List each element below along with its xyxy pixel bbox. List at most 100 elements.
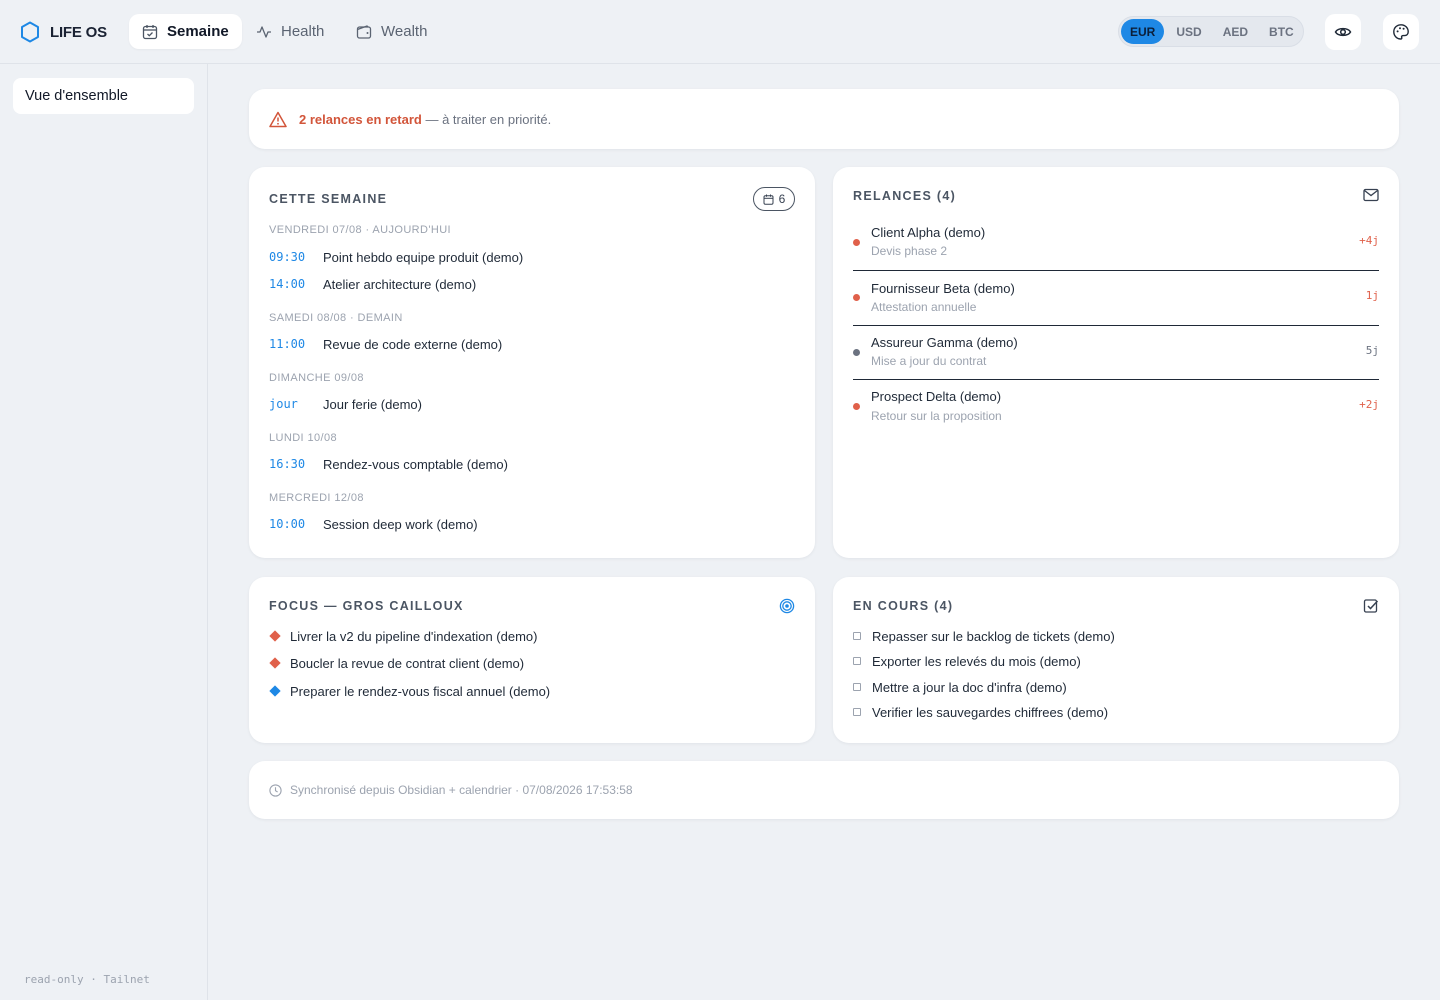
wallet-icon	[356, 24, 372, 40]
todo-item[interactable]: Repasser sur le backlog de tickets (demo…	[853, 626, 1115, 646]
focus-item[interactable]: Livrer la v2 du pipeline d'indexation (d…	[269, 626, 537, 646]
todo-item[interactable]: Exporter les relevés du mois (demo)	[853, 651, 1081, 671]
todo-item[interactable]: Verifier les sauvegardes chiffrees (demo…	[853, 702, 1108, 722]
currency-eur[interactable]: EUR	[1121, 19, 1165, 44]
tab-wealth[interactable]: Wealth	[343, 14, 440, 49]
checkbox-icon[interactable]	[1363, 598, 1379, 614]
relance-item[interactable]: Prospect Delta (demo) Retour sur la prop…	[853, 381, 1379, 435]
todo-checkbox[interactable]	[853, 632, 861, 640]
relance-delay: +2j	[1359, 398, 1379, 411]
event-title: Atelier architecture (demo)	[323, 276, 477, 292]
todo-label: Exporter les relevés du mois (demo)	[872, 653, 1081, 669]
focus-label: Preparer le rendez-vous fiscal annuel (d…	[290, 683, 551, 699]
mail-icon[interactable]	[1363, 188, 1379, 202]
visibility-button[interactable]	[1325, 14, 1361, 50]
todo-checkbox[interactable]	[853, 657, 861, 665]
alert-rest: — à traiter en priorité.	[421, 111, 552, 127]
focus-card: FOCUS — GROS CAILLOUX Livrer la v2 du pi…	[249, 577, 815, 743]
week-card: CETTE SEMAINE 6 VENDREDI 07/08 · AUJOURD…	[249, 167, 815, 558]
calendar-icon	[763, 194, 774, 205]
event-title: Point hebdo equipe produit (demo)	[323, 249, 524, 265]
currency-usd[interactable]: USD	[1167, 19, 1210, 44]
currency-aed[interactable]: AED	[1214, 19, 1257, 44]
sidebar-footer: read-only · Tailnet	[24, 973, 150, 986]
hexagon-icon	[20, 21, 40, 43]
event-title: Rendez-vous comptable (demo)	[323, 456, 508, 472]
warning-triangle-icon	[269, 111, 287, 128]
event-title: Revue de code externe (demo)	[323, 336, 503, 352]
day-label: SAMEDI 08/08 · DEMAIN	[269, 312, 403, 324]
todo-label: Repasser sur le backlog de tickets (demo…	[872, 628, 1115, 644]
relance-subject: Mise a jour du contrat	[871, 354, 987, 368]
todo-item[interactable]: Mettre a jour la doc d'infra (demo)	[853, 677, 1067, 697]
todo-label: Mettre a jour la doc d'infra (demo)	[872, 679, 1067, 695]
event-item[interactable]: 10:00 Session deep work (demo)	[269, 515, 478, 533]
target-icon[interactable]	[779, 598, 795, 614]
day-label: VENDREDI 07/08 · AUJOURD'HUI	[269, 224, 452, 236]
tab-semaine-label: Semaine	[167, 23, 229, 40]
brand-name: LIFE OS	[50, 23, 107, 41]
event-item[interactable]: 16:30 Rendez-vous comptable (demo)	[269, 455, 508, 473]
day-label: MERCREDI 12/08	[269, 492, 364, 504]
priority-diamond-icon	[269, 685, 281, 697]
tab-health[interactable]: Health	[243, 14, 337, 49]
en-cours-card: EN COURS (4) Repasser sur le backlog de …	[833, 577, 1399, 743]
relance-subject: Retour sur la proposition	[871, 409, 1002, 423]
status-dot	[853, 349, 860, 356]
todo-label: Verifier les sauvegardes chiffrees (demo…	[872, 704, 1109, 720]
sidebar: Vue d'ensemble read-only · Tailnet	[0, 64, 208, 1000]
relance-item[interactable]: Fournisseur Beta (demo) Attestation annu…	[853, 272, 1379, 326]
focus-item[interactable]: Preparer le rendez-vous fiscal annuel (d…	[269, 681, 550, 701]
currency-btc[interactable]: BTC	[1260, 19, 1303, 44]
event-count-badge[interactable]: 6	[753, 187, 795, 211]
status-dot	[853, 294, 860, 301]
palette-icon	[1392, 23, 1410, 41]
event-item[interactable]: 11:00 Revue de code externe (demo)	[269, 335, 502, 353]
focus-title: FOCUS — GROS CAILLOUX	[269, 599, 464, 613]
priority-diamond-icon	[269, 657, 281, 669]
relance-name: Prospect Delta (demo)	[871, 389, 1002, 404]
event-item[interactable]: 14:00 Atelier architecture (demo)	[269, 275, 476, 293]
tab-health-label: Health	[281, 23, 325, 40]
todo-checkbox[interactable]	[853, 683, 861, 691]
day-label: DIMANCHE 09/08	[269, 372, 364, 384]
divider	[853, 325, 1379, 326]
theme-button[interactable]	[1383, 14, 1419, 50]
currency-switcher: EUR USD AED BTC	[1118, 16, 1304, 47]
priority-diamond-icon	[269, 630, 281, 642]
sync-text: Synchronisé depuis Obsidian + calendrier…	[290, 783, 633, 797]
overdue-alert: 2 relances en retard — à traiter en prio…	[249, 89, 1399, 149]
event-time: 10:00	[269, 517, 306, 531]
focus-item[interactable]: Boucler la revue de contrat client (demo…	[269, 653, 524, 673]
status-dot	[853, 403, 860, 410]
brand[interactable]: LIFE OS	[20, 20, 107, 44]
relance-item[interactable]: Client Alpha (demo) Devis phase 2 +4j	[853, 217, 1379, 271]
todo-checkbox[interactable]	[853, 708, 861, 716]
divider	[853, 379, 1379, 380]
relance-name: Assureur Gamma (demo)	[871, 335, 1018, 350]
relances-card: RELANCES (4) Client Alpha (demo) Devis p…	[833, 167, 1399, 558]
relance-delay: 5j	[1365, 344, 1379, 357]
eye-icon	[1334, 23, 1352, 41]
calendar-check-icon	[142, 24, 158, 40]
relance-subject: Devis phase 2	[871, 244, 948, 258]
event-count: 6	[778, 192, 786, 206]
relance-item[interactable]: Assureur Gamma (demo) Mise a jour du con…	[853, 327, 1379, 381]
event-item[interactable]: 09:30 Point hebdo equipe produit (demo)	[269, 248, 523, 266]
tab-semaine[interactable]: Semaine	[129, 14, 242, 49]
relance-name: Fournisseur Beta (demo)	[871, 281, 1015, 296]
focus-label: Boucler la revue de contrat client (demo…	[290, 655, 525, 671]
activity-icon	[256, 24, 272, 40]
event-time: 09:30	[269, 250, 306, 264]
alert-strong: 2 relances en retard	[299, 111, 422, 127]
event-item[interactable]: jour Jour ferie (demo)	[269, 395, 422, 413]
event-title: Jour ferie (demo)	[323, 396, 422, 412]
relance-name: Client Alpha (demo)	[871, 225, 986, 240]
en-cours-title: EN COURS (4)	[853, 599, 954, 613]
event-time: 16:30	[269, 457, 306, 471]
alert-text: 2 relances en retard — à traiter en prio…	[299, 112, 551, 127]
event-time: jour	[269, 397, 298, 411]
sidebar-item-vue-ensemble[interactable]: Vue d'ensemble	[13, 78, 194, 114]
relance-delay: +4j	[1359, 234, 1379, 247]
relance-delay: 1j	[1365, 289, 1379, 302]
